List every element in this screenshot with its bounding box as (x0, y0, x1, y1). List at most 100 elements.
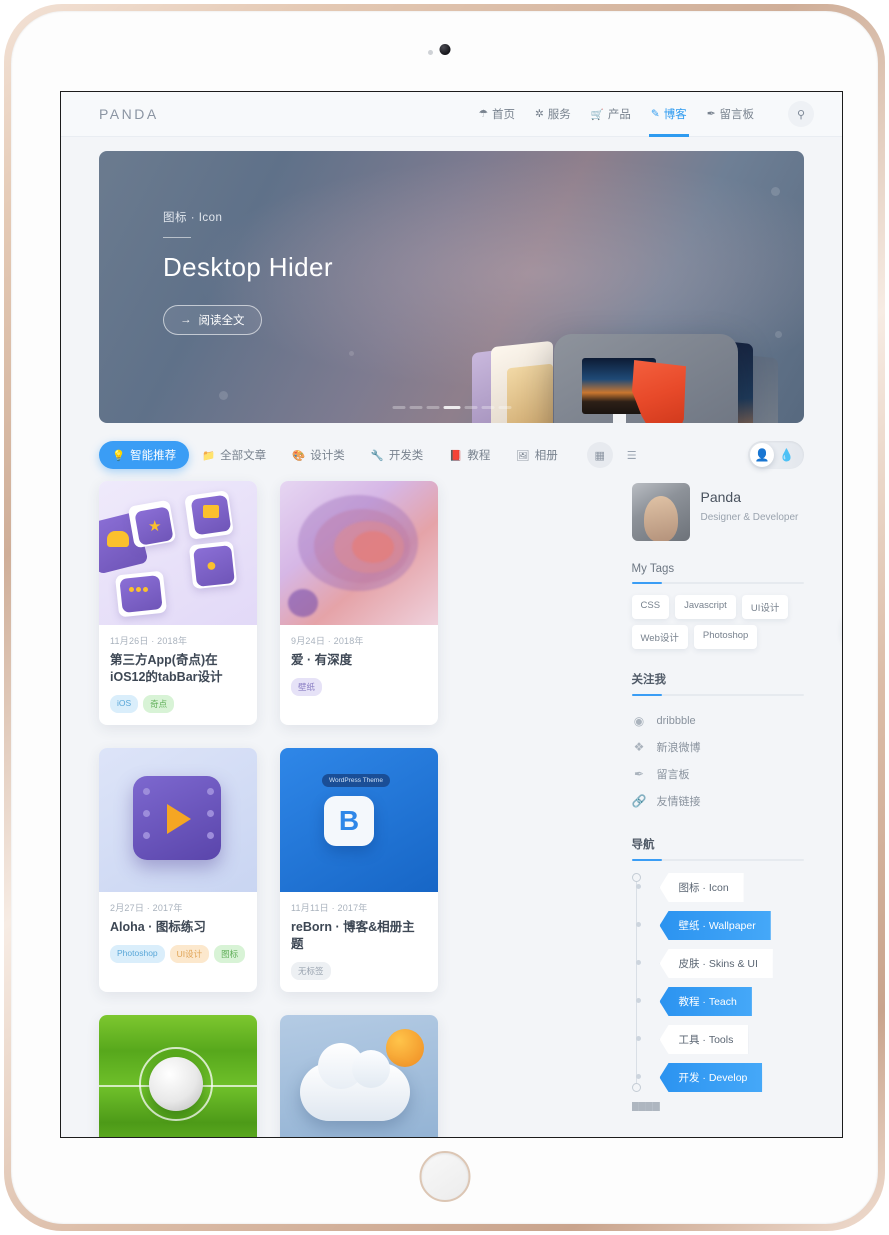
list-view-button[interactable]: ☰ (619, 442, 645, 468)
card-tags: 无标签 (291, 961, 427, 980)
sidebar-tag[interactable]: UI设计 (741, 595, 789, 619)
nav-item-home[interactable]: ☂ 首页 (479, 92, 515, 137)
hero-pager-dot[interactable] (392, 406, 405, 409)
blog-icon: ✎ (650, 108, 660, 120)
filter-chip-album[interactable]: 🖼 相册 (503, 441, 570, 469)
hero-art-folder (507, 363, 553, 423)
nav-pill-teach[interactable]: 教程 · Teach (659, 987, 752, 1016)
hero-pager-dot[interactable] (481, 406, 494, 409)
nav-item-message-board[interactable]: ✒ 留言板 (707, 92, 754, 137)
sidebar-tag[interactable]: CSS (631, 595, 670, 619)
card-title[interactable]: 第三方App(奇点)在iOS12的tabBar设计 (110, 652, 246, 686)
card-tag[interactable]: 壁纸 (291, 677, 323, 696)
timeline-dot (635, 998, 641, 1003)
hero-pager-dot[interactable] (464, 406, 477, 409)
nav-label: 博客 (663, 109, 687, 121)
card-title[interactable]: Aloha · 图标练习 (110, 919, 246, 936)
user-icon: 👤 (754, 448, 770, 462)
sidebar-tag[interactable]: Web设计 (631, 625, 688, 649)
filter-chip-development[interactable]: 🔧 开发类 (358, 441, 437, 469)
nav-item-service[interactable]: ✲ 服务 (535, 92, 571, 137)
timeline-dot (635, 922, 641, 927)
nav-item-products[interactable]: 🛒 产品 (591, 92, 631, 137)
card-tag[interactable]: UI设计 (169, 944, 210, 963)
front-camera-icon (439, 44, 450, 55)
cart-icon: 🛒 (590, 108, 604, 121)
grid-view-button[interactable]: ▦ (586, 442, 613, 468)
folder-icon: 📁 (202, 449, 216, 462)
card-tag[interactable]: iOS (110, 694, 139, 713)
football-icon (149, 1056, 203, 1111)
hero-text-block: 图标 · Icon Desktop Hider → 阅读全文 (163, 209, 333, 335)
nav-label: 产品 (607, 109, 631, 121)
article-card[interactable]: ★ ● 11月26日 · 2018年 第三方App(奇点)在iOS12的tabB… (99, 481, 257, 725)
article-card[interactable]: 11月28日 · 2015年 教程 · 介绍一种绘制方法 Photoshop (280, 1014, 438, 1137)
article-card[interactable]: 2月27日 · 2017年 Aloha · 图标练习 Photoshop UI设… (99, 747, 257, 992)
hero-pagination[interactable] (392, 406, 511, 409)
tablet-body: PANDA ☂ 首页 ✲ 服务 🛒 产品 ✎ 博客 ✒ 留言板 ⚲ 图标 · I… (11, 11, 878, 1224)
follow-item-dribbble[interactable]: ◉ dribbble (632, 708, 804, 733)
user-icon-button[interactable]: 👤 (750, 443, 774, 467)
nav-pill-tools[interactable]: 工具 · Tools (659, 1025, 749, 1054)
card-thumbnail-abstract-wave (280, 481, 438, 625)
follow-item-links[interactable]: 🔗 友情链接 (632, 787, 804, 814)
sidebar-cut-off-text: ████ (631, 1102, 660, 1111)
filter-chip-smart[interactable]: 💡 智能推荐 (99, 441, 190, 469)
hero-pager-dot-active[interactable] (443, 406, 460, 409)
card-tag[interactable]: Photoshop (110, 944, 165, 963)
hero-art-main-card (554, 334, 738, 423)
nav-pill-wallpaper[interactable]: 壁纸 · Wallpaper (659, 911, 771, 940)
article-card[interactable]: 4月22日 · 2017年 Football手机壁纸 壁纸 (99, 1014, 257, 1137)
dribbble-icon: ◉ (633, 713, 645, 728)
card-title[interactable]: 爱 · 有深度 (291, 652, 427, 669)
filter-bar: 💡 智能推荐 📁 全部文章 🎨 设计类 🔧 开发类 📕 教程 🖼 相册 ▦ ☰ … (61, 423, 842, 469)
filter-chip-all-articles[interactable]: 📁 全部文章 (189, 441, 279, 469)
chip-label: 教程 (467, 450, 491, 462)
home-button[interactable] (419, 1151, 470, 1202)
sidebar-tag[interactable]: Photoshop (693, 625, 758, 649)
chip-label: 开发类 (388, 450, 424, 462)
nav-pill-row: 图标 · Icon (635, 873, 804, 902)
hero-banner[interactable]: 图标 · Icon Desktop Hider → 阅读全文 (99, 151, 804, 423)
card-tags: 壁纸 (291, 677, 427, 696)
card-tag[interactable]: 奇点 (143, 694, 175, 713)
sidebar-tag[interactable]: Javascript (675, 595, 736, 619)
card-body: 9月24日 · 2018年 爱 · 有深度 壁纸 (280, 625, 438, 708)
home-icon: ☂ (478, 108, 488, 120)
main-navigation: ☂ 首页 ✲ 服务 🛒 产品 ✎ 博客 ✒ 留言板 ⚲ (479, 92, 814, 137)
hero-pager-dot[interactable] (426, 406, 439, 409)
article-card[interactable]: WordPress Theme B 11月11日 · 2017年 reBorn … (280, 747, 438, 992)
user-mode-switch[interactable]: 👤 💧 (748, 441, 804, 469)
chip-label: 智能推荐 (130, 450, 177, 462)
filter-chip-tutorial[interactable]: 📕 教程 (436, 441, 503, 469)
nav-pill-develop[interactable]: 开发 · Develop (659, 1063, 763, 1092)
hero-title: Desktop Hider (163, 252, 333, 282)
hero-read-more-button[interactable]: → 阅读全文 (163, 305, 262, 335)
follow-item-guestbook[interactable]: ✒ 留言板 (632, 760, 804, 787)
nav-pill-skins[interactable]: 皮肤 · Skins & UI (659, 949, 773, 978)
article-card[interactable]: 9月24日 · 2018年 爱 · 有深度 壁纸 (280, 481, 438, 725)
nav-pill-row: 开发 · Develop (635, 1063, 804, 1092)
card-title[interactable]: reBorn · 博客&相册主题 (291, 919, 427, 953)
filter-chip-design[interactable]: 🎨 设计类 (279, 441, 358, 469)
hero-divider (163, 237, 191, 238)
service-icon: ✲ (534, 108, 544, 120)
nav-label: 留言板 (719, 109, 755, 121)
follow-label: 友情链接 (656, 795, 701, 808)
profile-block: Panda Designer & Developer (631, 483, 804, 541)
hero-pager-dot[interactable] (498, 406, 511, 409)
search-button[interactable]: ⚲ (788, 101, 814, 127)
message-board-icon: ✒ (706, 108, 716, 120)
card-tag[interactable]: 图标 (214, 944, 246, 963)
nav-pill-icon[interactable]: 图标 · Icon (659, 873, 744, 902)
chip-label: 全部文章 (220, 450, 267, 462)
hero-pager-dot[interactable] (409, 406, 422, 409)
card-tag[interactable]: 无标签 (291, 961, 331, 980)
site-logo[interactable]: PANDA (99, 106, 159, 122)
arrow-right-icon: → (180, 314, 192, 326)
nav-item-blog[interactable]: ✎ 博客 (648, 92, 689, 137)
follow-item-weibo[interactable]: ❖ 新浪微博 (632, 733, 804, 760)
nav-label: 首页 (491, 109, 515, 121)
avatar[interactable] (631, 483, 690, 541)
flame-icon-button[interactable]: 💧 (779, 448, 794, 462)
